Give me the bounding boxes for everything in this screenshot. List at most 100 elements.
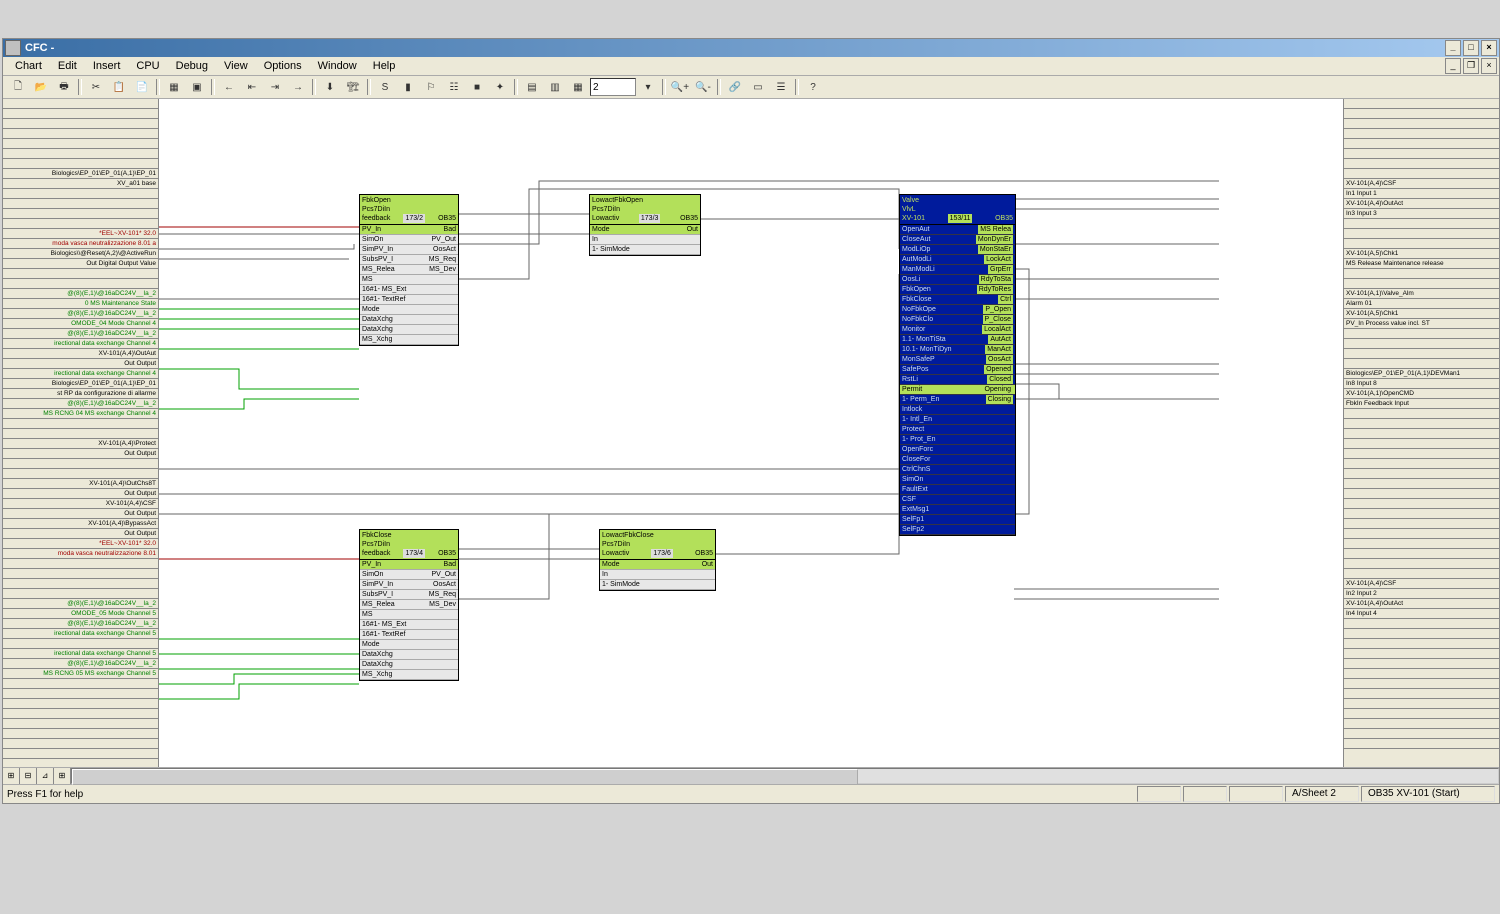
- dropdown-icon[interactable]: ▾: [637, 77, 659, 97]
- minimize-button[interactable]: _: [1445, 40, 1461, 56]
- block-io-row[interactable]: SubsPV_IMS_Req: [360, 590, 458, 600]
- margin-row[interactable]: [1344, 709, 1499, 719]
- margin-row[interactable]: [1344, 169, 1499, 179]
- margin-row[interactable]: [1344, 619, 1499, 629]
- block-io-row[interactable]: 16#1- MS_Ext: [360, 620, 458, 630]
- fwd-icon[interactable]: ⇥: [264, 77, 286, 97]
- margin-row[interactable]: [3, 99, 158, 109]
- paste-icon[interactable]: 📄: [131, 77, 153, 97]
- margin-row[interactable]: [3, 589, 158, 599]
- margin-row[interactable]: [3, 429, 158, 439]
- tab-last[interactable]: ⊞: [54, 768, 71, 784]
- mdi-restore[interactable]: ❐: [1463, 58, 1479, 74]
- block-io-row[interactable]: DataXchg: [360, 650, 458, 660]
- margin-row[interactable]: Out Output: [3, 509, 158, 519]
- grid-icon[interactable]: ☷: [443, 77, 465, 97]
- menu-view[interactable]: View: [216, 60, 256, 72]
- margin-row[interactable]: [1344, 629, 1499, 639]
- margin-row[interactable]: @(8)(E,1)\@16aDC24V__Ia_2: [3, 399, 158, 409]
- margin-row[interactable]: In3 Input 3: [1344, 209, 1499, 219]
- margin-row[interactable]: [1344, 499, 1499, 509]
- margin-row[interactable]: [3, 709, 158, 719]
- margin-row[interactable]: [1344, 269, 1499, 279]
- block-io-row[interactable]: ExtMsg1: [900, 505, 1015, 515]
- zoomout-icon[interactable]: 🔍-: [692, 77, 714, 97]
- block-io-row[interactable]: SelFp2: [900, 525, 1015, 535]
- margin-row[interactable]: [3, 729, 158, 739]
- layout3-icon[interactable]: ▦: [567, 77, 589, 97]
- margin-row[interactable]: irectional data exchange Channel 4: [3, 339, 158, 349]
- menu-insert[interactable]: Insert: [85, 60, 129, 72]
- margin-row[interactable]: @(8)(E,1)\@16aDC24V__Ia_2: [3, 619, 158, 629]
- margin-row[interactable]: Biologics\EP_01\EP_01(A,1)\EP_01: [3, 169, 158, 179]
- block-io-row[interactable]: DataXchg: [360, 325, 458, 335]
- compile-icon[interactable]: 🏗: [342, 77, 364, 97]
- link-icon[interactable]: 🔗: [724, 77, 746, 97]
- margin-row[interactable]: moda vasca neutralizzazione 8.01: [3, 549, 158, 559]
- block-io-row[interactable]: NoFbkCloP_Close: [900, 315, 1015, 325]
- margin-row[interactable]: [3, 219, 158, 229]
- right-icon[interactable]: →: [287, 77, 309, 97]
- margin-row[interactable]: MS RCNG 04 MS exchange Channel 4: [3, 409, 158, 419]
- margin-row[interactable]: Biologics\\@Reset(A,2)\@ActiveRun: [3, 249, 158, 259]
- margin-row[interactable]: XV-101(A,4)\CSF: [3, 499, 158, 509]
- block-io-row[interactable]: CSF: [900, 495, 1015, 505]
- margin-row[interactable]: Out Output: [3, 359, 158, 369]
- margin-row[interactable]: In4 Input 4: [1344, 609, 1499, 619]
- margin-row[interactable]: Out Output: [3, 489, 158, 499]
- margin-row[interactable]: [1344, 699, 1499, 709]
- margin-row[interactable]: [1344, 139, 1499, 149]
- block-lowactclose[interactable]: LowactFbkClose Pcs7DiIn Lowactiv 173/6 O…: [599, 529, 716, 591]
- margin-row[interactable]: FbkIn Feedback Input: [1344, 399, 1499, 409]
- block-io-row[interactable]: MS_ReleaMS_Dev: [360, 265, 458, 275]
- new-icon[interactable]: 🗋: [7, 77, 29, 97]
- margin-row[interactable]: [3, 569, 158, 579]
- margin-row[interactable]: [3, 469, 158, 479]
- margin-row[interactable]: [1344, 669, 1499, 679]
- margin-row[interactable]: XV-101(A,4)\Protect: [3, 439, 158, 449]
- margin-row[interactable]: [3, 139, 158, 149]
- margin-row[interactable]: [1344, 469, 1499, 479]
- margin-row[interactable]: [1344, 479, 1499, 489]
- block-io-row[interactable]: NoFbkOpeP_Open: [900, 305, 1015, 315]
- margin-row[interactable]: XV-101(A,1)\Valve_Alm: [1344, 289, 1499, 299]
- margin-row[interactable]: [1344, 459, 1499, 469]
- layout1-icon[interactable]: ▤: [521, 77, 543, 97]
- margin-row[interactable]: XV-101(A,5)\Chk1: [1344, 249, 1499, 259]
- window-icon[interactable]: ▭: [747, 77, 769, 97]
- margin-row[interactable]: [1344, 429, 1499, 439]
- block-io-row[interactable]: Intlock: [900, 405, 1015, 415]
- margin-row[interactable]: PV_In Process value incl. ST: [1344, 319, 1499, 329]
- margin-row[interactable]: [1344, 109, 1499, 119]
- margin-row[interactable]: [3, 149, 158, 159]
- margin-row[interactable]: [1344, 489, 1499, 499]
- block-io-row[interactable]: PV_InBad: [360, 225, 458, 235]
- margin-row[interactable]: MS Release Maintenance release: [1344, 259, 1499, 269]
- margin-row[interactable]: [3, 269, 158, 279]
- margin-row[interactable]: [1344, 519, 1499, 529]
- block-io-row[interactable]: 1- Perm_EnClosing: [900, 395, 1015, 405]
- margin-row[interactable]: [3, 199, 158, 209]
- block-io-row[interactable]: SimOnPV_Out: [360, 235, 458, 245]
- margin-row[interactable]: moda vasca neutralizzazione 8.01 a: [3, 239, 158, 249]
- catalog-icon[interactable]: ▦: [163, 77, 185, 97]
- margin-row[interactable]: st RP da configurazione di allarme: [3, 389, 158, 399]
- block-io-row[interactable]: 10.1- MonTiDynManAct: [900, 345, 1015, 355]
- margin-row[interactable]: @(8)(E,1)\@16aDC24V__Ia_2: [3, 599, 158, 609]
- help-icon[interactable]: ?: [802, 77, 824, 97]
- margin-row[interactable]: [1344, 219, 1499, 229]
- margin-row[interactable]: Out Digital Output Value: [3, 259, 158, 269]
- left-icon[interactable]: ←: [218, 77, 240, 97]
- block-io-row[interactable]: 1- SimMode: [590, 245, 700, 255]
- block-io-row[interactable]: DataXchg: [360, 660, 458, 670]
- margin-row[interactable]: XV-101(A,4)\OutAct: [1344, 599, 1499, 609]
- margin-row[interactable]: @(8)(E,1)\@16aDC24V__Ia_2: [3, 329, 158, 339]
- margin-row[interactable]: XV-101(A,4)\CSF: [1344, 579, 1499, 589]
- margin-row[interactable]: [3, 679, 158, 689]
- block-io-row[interactable]: In: [590, 235, 700, 245]
- margin-row[interactable]: MS RCNG 05 MS exchange Channel 5: [3, 669, 158, 679]
- menu-chart[interactable]: Chart: [7, 60, 50, 72]
- block-io-row[interactable]: SimOn: [900, 475, 1015, 485]
- margin-row[interactable]: [1344, 449, 1499, 459]
- margin-row[interactable]: In2 Input 2: [1344, 589, 1499, 599]
